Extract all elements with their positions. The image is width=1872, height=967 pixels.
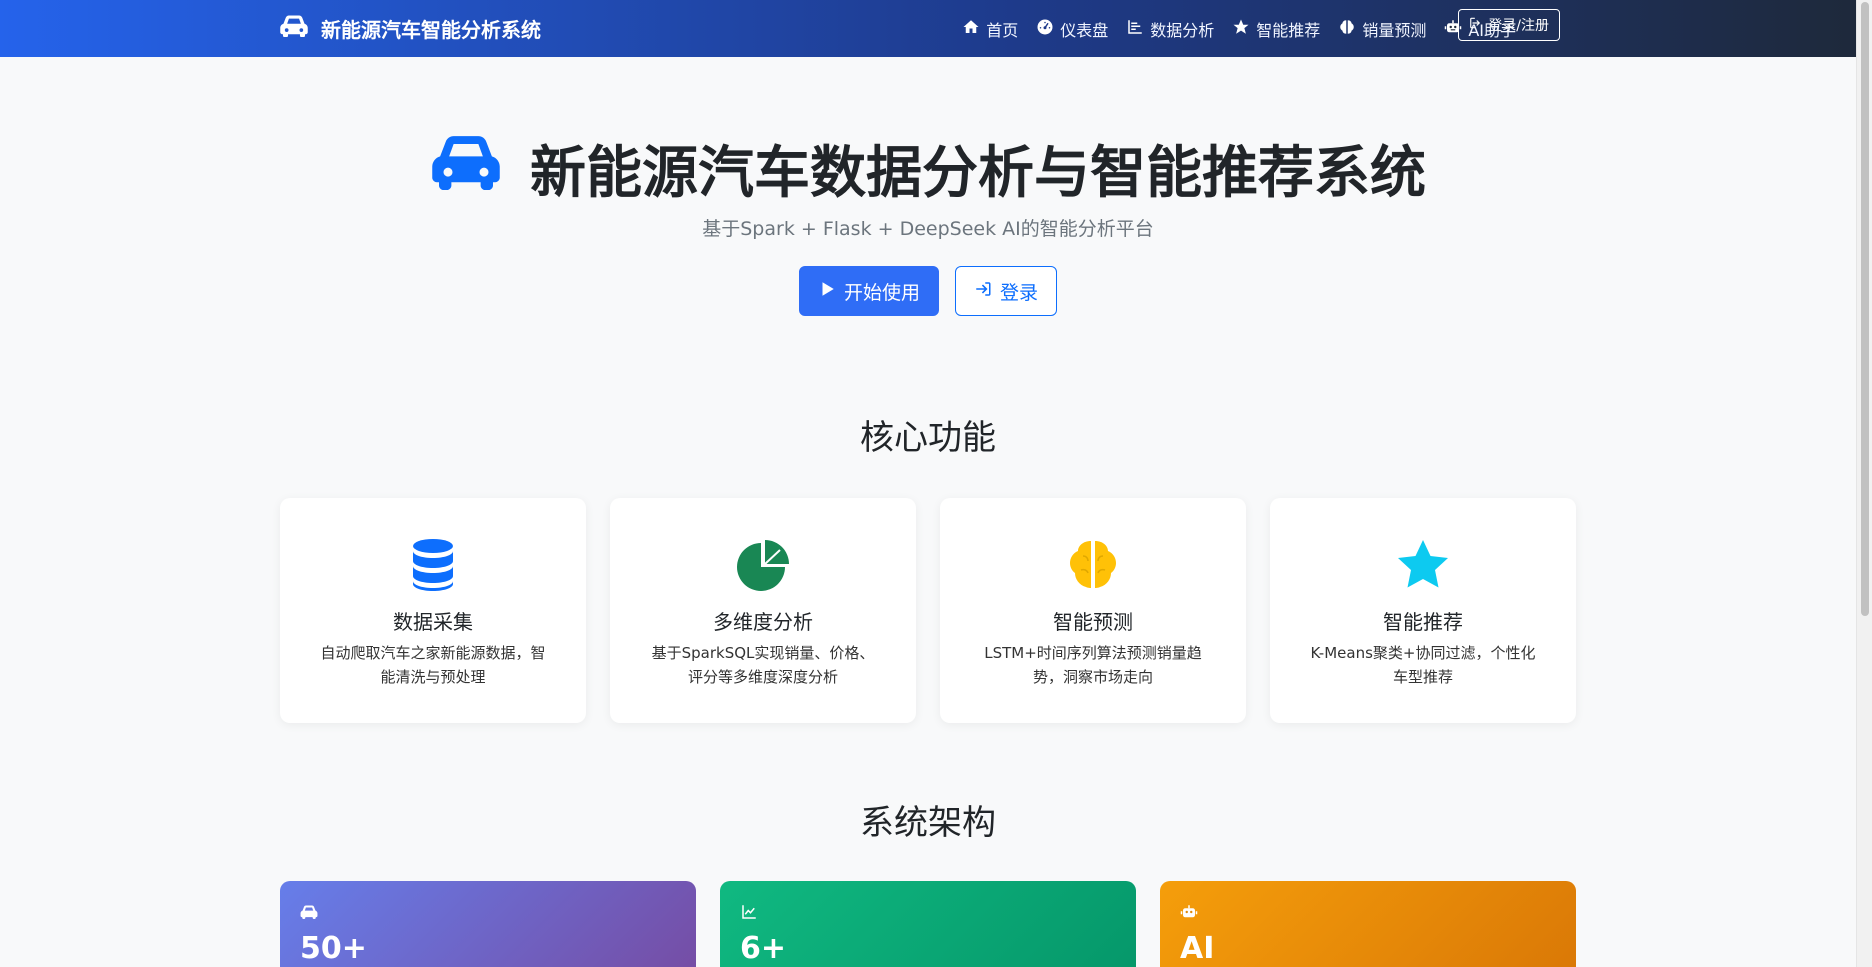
- hero-buttons: 开始使用 登录: [0, 266, 1856, 316]
- nav-label: 首页: [986, 20, 1019, 40]
- login-icon: [1469, 16, 1483, 34]
- star-icon: [1232, 18, 1250, 40]
- feature-desc: 基于SparkSQL实现销量、价格、评分等多维度深度分析: [651, 644, 875, 686]
- login-button[interactable]: 登录: [955, 266, 1058, 316]
- nav-item-home[interactable]: 首页: [962, 17, 1018, 41]
- start-button-label: 开始使用: [843, 281, 920, 304]
- feature-card-prediction: 智能预测 LSTM+时间序列算法预测销量趋势，洞察市场走向: [940, 498, 1246, 723]
- star-icon: [1395, 538, 1451, 596]
- pie-chart-icon: [735, 538, 791, 596]
- nav-label: 数据分析: [1150, 20, 1215, 40]
- architecture-heading: 系统架构: [860, 803, 996, 843]
- robot-icon: [1180, 905, 1198, 925]
- features-list: 数据采集 自动爬取汽车之家新能源数据，智能清洗与预处理 多维度分析 基于Spar…: [280, 498, 1576, 723]
- brand[interactable]: 新能源汽车智能分析系统: [279, 0, 541, 57]
- feature-desc: 自动爬取汽车之家新能源数据，智能清洗与预处理: [320, 644, 546, 686]
- login-icon: [974, 280, 992, 303]
- architecture-list: 50+ 6+ AI: [280, 881, 1576, 967]
- dashboard-icon: [1036, 18, 1054, 40]
- feature-card-recommendation: 智能推荐 K-Means聚类+协同过滤，个性化车型推荐: [1270, 498, 1576, 723]
- stat-card-ai: AI: [1160, 881, 1576, 967]
- nav-label: 销量预测: [1362, 20, 1427, 40]
- stat-value: AI: [1180, 931, 1215, 966]
- brain-icon: [1338, 18, 1356, 40]
- feature-card-data-collection: 数据采集 自动爬取汽车之家新能源数据，智能清洗与预处理: [280, 498, 586, 723]
- login-button-label: 登录: [1000, 281, 1039, 304]
- scrollbar-thumb[interactable]: [1861, 2, 1869, 616]
- nav-item-recommend[interactable]: 智能推荐: [1232, 17, 1320, 41]
- stat-card-cars: 50+: [280, 881, 696, 967]
- page-scrollbar[interactable]: [1856, 0, 1872, 967]
- hero-title: 新能源汽车数据分析与智能推荐系统: [0, 128, 1856, 209]
- feature-title: 智能推荐: [1383, 610, 1463, 634]
- car-icon: [300, 905, 318, 925]
- nav-label: 仪表盘: [1060, 20, 1109, 40]
- nav-label: 智能推荐: [1256, 20, 1321, 40]
- brand-text: 新能源汽车智能分析系统: [321, 18, 541, 42]
- brain-icon: [1065, 538, 1121, 596]
- stat-value: 6+: [740, 931, 787, 966]
- car-icon: [279, 15, 309, 42]
- nav-item-forecast[interactable]: 销量预测: [1338, 17, 1426, 41]
- line-chart-icon: [740, 905, 758, 925]
- hero-subtitle: 基于Spark + Flask + DeepSeek AI的智能分析平台: [702, 218, 1154, 240]
- stat-value: 50+: [300, 931, 367, 966]
- feature-desc: LSTM+时间序列算法预测销量趋势，洞察市场走向: [984, 644, 1202, 686]
- login-register-button[interactable]: 登录/注册: [1458, 9, 1560, 41]
- navbar: 新能源汽车智能分析系统 首页 仪表盘 数据分析 智能推荐 销量预测 AI助手 登…: [0, 0, 1856, 57]
- home-icon: [962, 18, 980, 40]
- nav-item-analysis[interactable]: 数据分析: [1126, 17, 1214, 41]
- chart-icon: [1126, 18, 1144, 40]
- feature-title: 多维度分析: [713, 610, 813, 634]
- stat-card-analysis: 6+: [720, 881, 1136, 967]
- start-button[interactable]: 开始使用: [798, 266, 939, 316]
- feature-card-analysis: 多维度分析 基于SparkSQL实现销量、价格、评分等多维度深度分析: [610, 498, 916, 723]
- hero-title-text: 新能源汽车数据分析与智能推荐系统: [530, 141, 1426, 206]
- nav-links: 首页 仪表盘 数据分析 智能推荐 销量预测 AI助手: [962, 0, 1516, 57]
- feature-title: 数据采集: [393, 610, 473, 634]
- login-register-label: 登录/注册: [1488, 18, 1549, 34]
- database-icon: [405, 538, 461, 596]
- car-icon: [430, 134, 502, 204]
- features-heading: 核心功能: [860, 418, 996, 458]
- feature-desc: K-Means聚类+协同过滤，个性化车型推荐: [1310, 644, 1536, 686]
- play-icon: [818, 280, 836, 303]
- nav-item-dashboard[interactable]: 仪表盘: [1036, 17, 1108, 41]
- feature-title: 智能预测: [1053, 610, 1133, 634]
